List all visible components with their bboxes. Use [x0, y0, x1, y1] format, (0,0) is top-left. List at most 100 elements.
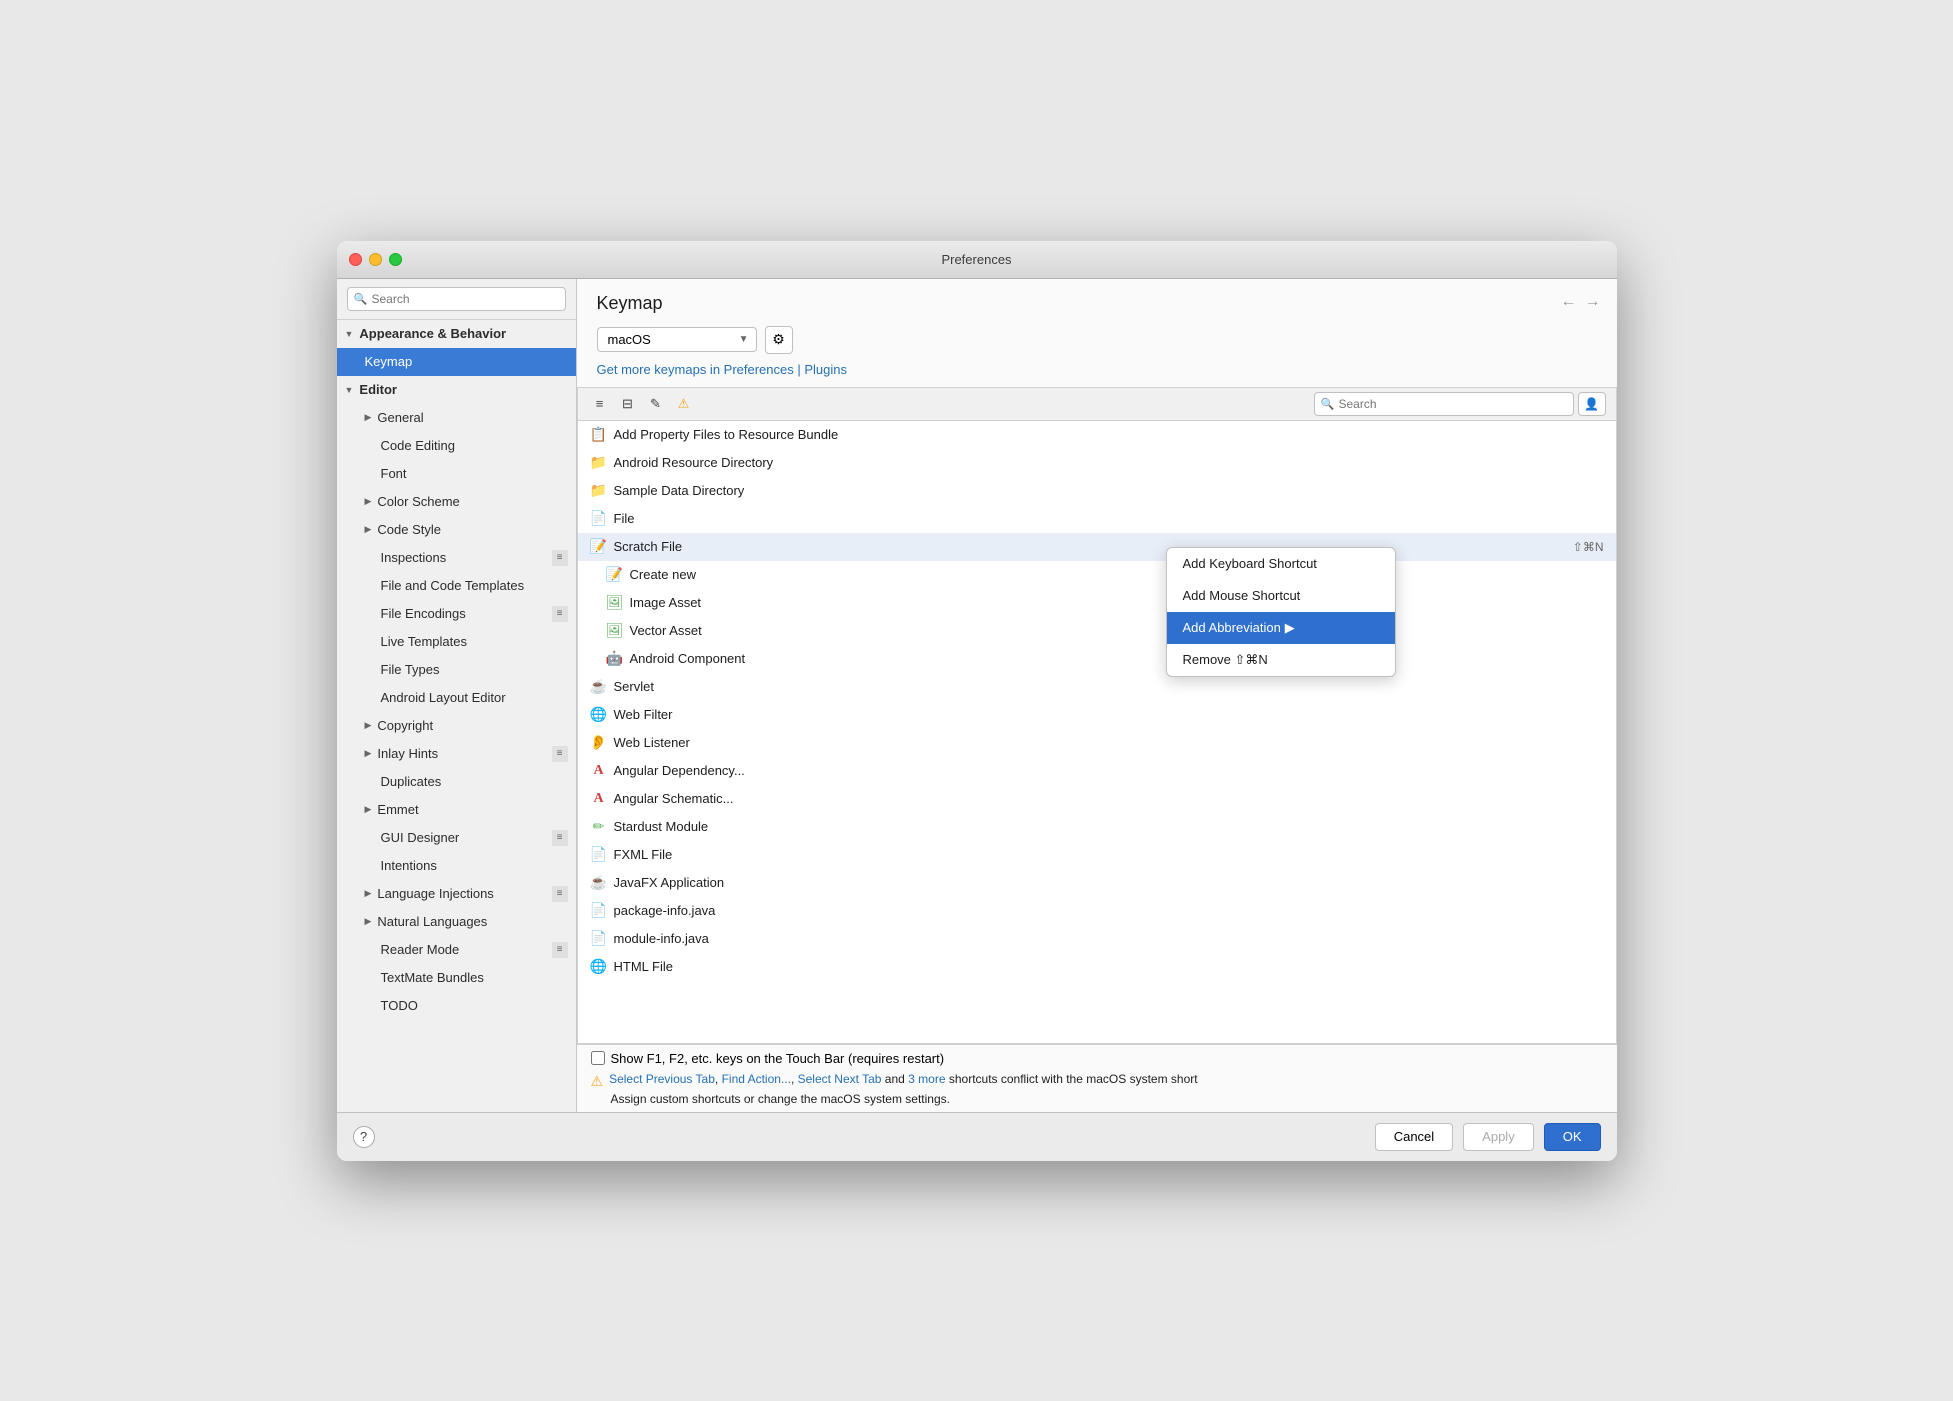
sidebar-item-copyright[interactable]: ▶ Copyright — [337, 712, 576, 740]
touch-bar-checkbox[interactable] — [591, 1051, 605, 1065]
close-button[interactable] — [349, 253, 362, 266]
sidebar-item-file-encodings[interactable]: File Encodings ≡ — [337, 600, 576, 628]
sidebar-item-language-injections[interactable]: ▶ Language Injections ≡ — [337, 880, 576, 908]
sidebar-item-label: Font — [381, 466, 407, 481]
sidebar-item-inlay-hints[interactable]: ▶ Inlay Hints ≡ — [337, 740, 576, 768]
select-prev-tab-link[interactable]: Select Previous Tab — [609, 1072, 715, 1086]
sidebar-item-intentions[interactable]: Intentions — [337, 852, 576, 880]
sidebar-item-textmate-bundles[interactable]: TextMate Bundles — [337, 964, 576, 992]
toolbar-search-input[interactable] — [1314, 392, 1574, 416]
gear-button[interactable]: ⚙ — [765, 326, 793, 354]
find-usages-button[interactable]: 👤 — [1578, 392, 1606, 416]
select-next-tab-link[interactable]: Select Next Tab — [798, 1072, 882, 1086]
warning-text: Select Previous Tab, Find Action..., Sel… — [609, 1072, 1198, 1086]
item-icon: 📄 — [590, 510, 608, 527]
sidebar-item-todo[interactable]: TODO — [337, 992, 576, 1020]
touch-bar-label: Show F1, F2, etc. keys on the Touch Bar … — [611, 1051, 945, 1066]
collapse-all-button[interactable]: ≡ — [588, 393, 612, 415]
list-item-scratch-file[interactable]: 📝 Scratch File ⇧⌘N — [578, 533, 1616, 561]
context-menu-item-add-abbreviation[interactable]: Add Abbreviation ▶ — [1167, 612, 1395, 644]
keymap-list[interactable]: 📋 Add Property Files to Resource Bundle … — [577, 420, 1617, 1044]
sidebar-item-font[interactable]: Font — [337, 460, 576, 488]
sidebar-item-label: Natural Languages — [377, 914, 487, 929]
warning-button[interactable]: ⚠ — [672, 393, 696, 415]
item-label: Web Filter — [614, 707, 673, 722]
sidebar-item-duplicates[interactable]: Duplicates — [337, 768, 576, 796]
sidebar-item-code-style[interactable]: ▶ Code Style — [337, 516, 576, 544]
sidebar-item-color-scheme[interactable]: ▶ Color Scheme — [337, 488, 576, 516]
sidebar-item-natural-languages[interactable]: ▶ Natural Languages — [337, 908, 576, 936]
sidebar-item-editor[interactable]: ▼ Editor — [337, 376, 576, 404]
chevron-right-icon: ▶ — [365, 804, 372, 815]
context-menu-item-add-keyboard[interactable]: Add Keyboard Shortcut — [1167, 548, 1395, 580]
sidebar-item-appearance[interactable]: ▼ Appearance & Behavior — [337, 320, 576, 348]
context-menu-item-add-mouse[interactable]: Add Mouse Shortcut — [1167, 580, 1395, 612]
context-menu-item-remove[interactable]: Remove ⇧⌘N — [1167, 644, 1395, 676]
find-action-link[interactable]: Find Action... — [722, 1072, 791, 1086]
more-link[interactable]: 3 more — [908, 1072, 945, 1086]
main-content: 🔍 ▼ Appearance & Behavior Keymap ▼ Edito… — [337, 279, 1617, 1112]
help-button[interactable]: ? — [353, 1126, 375, 1148]
footer: ? Cancel Apply OK — [337, 1112, 1617, 1161]
sidebar-item-reader-mode[interactable]: Reader Mode ≡ — [337, 936, 576, 964]
sidebar-item-emmet[interactable]: ▶ Emmet — [337, 796, 576, 824]
expand-button[interactable]: ⊟ — [616, 393, 640, 415]
sidebar-item-inspections[interactable]: Inspections ≡ — [337, 544, 576, 572]
keymap-toolbar: macOS ▼ ⚙ — [597, 326, 1597, 354]
chevron-right-icon: ▶ — [365, 888, 372, 899]
sidebar-item-file-types[interactable]: File Types — [337, 656, 576, 684]
item-label: Angular Dependency... — [614, 763, 745, 778]
sidebar-item-label: Duplicates — [381, 774, 442, 789]
sidebar-item-live-templates[interactable]: Live Templates — [337, 628, 576, 656]
sidebar-item-label: File and Code Templates — [381, 578, 525, 593]
sidebar: 🔍 ▼ Appearance & Behavior Keymap ▼ Edito… — [337, 279, 577, 1112]
sidebar-item-gui-designer[interactable]: GUI Designer ≡ — [337, 824, 576, 852]
preferences-window: Preferences 🔍 ▼ Appearance & Behavior Ke… — [337, 241, 1617, 1161]
plugins-link[interactable]: Plugins — [804, 362, 847, 377]
list-item: 🖼 Image Asset — [578, 589, 1616, 617]
sidebar-item-code-editing[interactable]: Code Editing — [337, 432, 576, 460]
maximize-button[interactable] — [389, 253, 402, 266]
sidebar-item-label: Inlay Hints — [377, 746, 438, 761]
item-label: Vector Asset — [630, 623, 702, 638]
chevron-right-icon: ▶ — [365, 412, 372, 423]
badge-icon: ≡ — [552, 942, 568, 958]
sidebar-item-label: File Encodings — [381, 606, 466, 621]
chevron-down-icon: ▼ — [345, 329, 354, 339]
badge-icon: ≡ — [552, 886, 568, 902]
item-icon: 📝 — [590, 538, 608, 555]
sidebar-item-general[interactable]: ▶ General — [337, 404, 576, 432]
back-arrow-icon[interactable]: ← — [1561, 293, 1577, 311]
item-icon: 🖼 — [606, 594, 624, 611]
list-item: ☕ Servlet — [578, 673, 1616, 701]
item-icon: 📁 — [590, 482, 608, 499]
item-label: module-info.java — [614, 931, 709, 946]
apply-button[interactable]: Apply — [1463, 1123, 1534, 1151]
list-item: 👂 Web Listener — [578, 729, 1616, 757]
item-label: Web Listener — [614, 735, 690, 750]
item-label: FXML File — [614, 847, 673, 862]
forward-arrow-icon[interactable]: → — [1585, 293, 1601, 311]
minimize-button[interactable] — [369, 253, 382, 266]
chevron-right-icon: ▶ — [365, 496, 372, 507]
item-icon: 📋 — [590, 426, 608, 443]
preferences-link[interactable]: Preferences — [724, 362, 794, 377]
list-item: A Angular Schematic... — [578, 785, 1616, 813]
list-item: 📝 Create new — [578, 561, 1616, 589]
item-icon: A — [590, 763, 608, 779]
sidebar-item-android-layout[interactable]: Android Layout Editor — [337, 684, 576, 712]
edit-button[interactable]: ✎ — [644, 393, 668, 415]
context-menu-item-label: Add Abbreviation — [1183, 620, 1281, 635]
item-label: Android Component — [630, 651, 746, 666]
sidebar-search-input[interactable] — [347, 287, 566, 311]
ok-button[interactable]: OK — [1544, 1123, 1601, 1151]
keymap-select[interactable]: macOS — [597, 327, 757, 352]
sidebar-search-area: 🔍 — [337, 279, 576, 320]
warning-text-2: Assign custom shortcuts or change the ma… — [611, 1092, 950, 1106]
sidebar-item-file-code-templates[interactable]: File and Code Templates — [337, 572, 576, 600]
list-item: 📋 Add Property Files to Resource Bundle — [578, 421, 1616, 449]
item-label: Sample Data Directory — [614, 483, 745, 498]
sidebar-item-keymap[interactable]: Keymap — [337, 348, 576, 376]
item-label: Add Property Files to Resource Bundle — [614, 427, 839, 442]
cancel-button[interactable]: Cancel — [1375, 1123, 1453, 1151]
